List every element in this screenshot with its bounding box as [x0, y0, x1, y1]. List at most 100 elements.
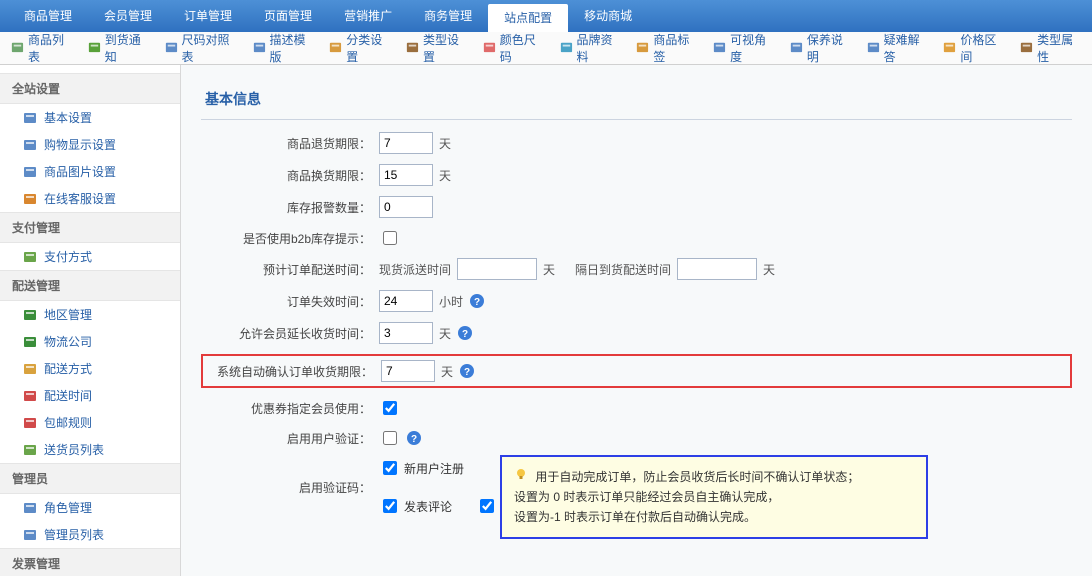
captcha-opt-label: 发表评论 [404, 498, 452, 515]
nav-tab-4[interactable]: 营销推广 [328, 0, 408, 32]
sidebar-group-3[interactable]: 管理员 [0, 463, 180, 494]
sidebar-group-2[interactable]: 配送管理 [0, 270, 180, 301]
toolbar-item-truck[interactable]: 到货通知 [81, 35, 156, 61]
sidebar-item-0-2[interactable]: 商品图片设置 [0, 158, 180, 185]
sidebar-item-2-0[interactable]: 地区管理 [0, 301, 180, 328]
sidebar-group-4[interactable]: 发票管理 [0, 548, 180, 576]
row-user-verify: 启用用户验证： ? [201, 428, 1072, 448]
sidebar-item-label: 送货员列表 [44, 441, 104, 458]
box-icon [22, 361, 38, 377]
page-icon [22, 110, 38, 126]
grid-icon [482, 40, 497, 56]
sidebar-item-1-0[interactable]: 支付方式 [0, 243, 180, 270]
unit-instock: 天 [543, 261, 555, 278]
user-icon [22, 191, 38, 207]
help-icon[interactable]: ? [406, 430, 422, 446]
toolbar-item-grid[interactable]: 颜色尺码 [476, 35, 551, 61]
doc-icon [252, 40, 267, 56]
input-extend-receive[interactable] [379, 322, 433, 344]
toolbar-item-eye[interactable]: 可视角度 [706, 35, 781, 61]
bulb-icon [514, 467, 528, 487]
nav-tab-6[interactable]: 站点配置 [488, 4, 568, 32]
svg-text:?: ? [474, 297, 480, 308]
toolbar-item-qa[interactable]: 疑难解答 [860, 35, 935, 61]
nav-tab-7[interactable]: 移动商城 [568, 0, 648, 32]
sidebar-item-2-3[interactable]: 配送时间 [0, 382, 180, 409]
checkbox-coupon-member[interactable] [383, 401, 397, 415]
toolbar-item-tag[interactable]: 分类设置 [322, 35, 397, 61]
img-icon [22, 164, 38, 180]
row-extend-receive: 允许会员延长收货时间： 天 ? [201, 322, 1072, 344]
row-b2b-stock: 是否使用b2b库存提示： [201, 228, 1072, 248]
toolbar-item-price[interactable]: 价格区间 [936, 35, 1011, 61]
cart-icon [22, 137, 38, 153]
toolbar-item-list[interactable]: 商品列表 [4, 35, 79, 61]
sidebar-group-1[interactable]: 支付管理 [0, 212, 180, 243]
checkbox-captcha-0[interactable] [383, 461, 397, 475]
sidebar-item-label: 在线客服设置 [44, 190, 116, 207]
unit-auto-confirm: 天 [441, 363, 453, 380]
toolbar-item-doc[interactable]: 描述模版 [246, 35, 321, 61]
nav-tab-3[interactable]: 页面管理 [248, 0, 328, 32]
input-stock-alert[interactable] [379, 196, 433, 218]
prefix-nextday: 隔日到货配送时间 [575, 261, 671, 278]
help-icon[interactable]: ? [459, 363, 475, 379]
svg-text:?: ? [411, 434, 417, 445]
label-coupon-member: 优惠券指定会员使用： [201, 400, 379, 417]
sidebar-item-0-3[interactable]: 在线客服设置 [0, 185, 180, 212]
input-auto-confirm[interactable] [381, 360, 435, 382]
input-return-period[interactable] [379, 132, 433, 154]
toolbar-label: 分类设置 [346, 31, 391, 65]
captcha-option-0: 新用户注册 [379, 458, 464, 478]
unit-extend-receive: 天 [439, 325, 451, 342]
toolbar-label: 类型属性 [1037, 31, 1082, 65]
unit-order-expire: 小时 [439, 293, 463, 310]
toolbar-label: 类型设置 [423, 31, 468, 65]
toolbar-item-brand[interactable]: 品牌资料 [553, 35, 628, 61]
nav-tab-5[interactable]: 商务管理 [408, 0, 488, 32]
nav-tab-2[interactable]: 订单管理 [168, 0, 248, 32]
label-return-period: 商品退货期限： [201, 135, 379, 152]
help-icon[interactable]: ? [457, 325, 473, 341]
sidebar-item-3-0[interactable]: 角色管理 [0, 494, 180, 521]
captcha-opt-label: 新用户注册 [404, 460, 464, 477]
checkbox-captcha-1[interactable] [383, 499, 397, 513]
qa-icon [866, 40, 881, 56]
input-nextday-days[interactable] [677, 258, 757, 280]
input-order-expire[interactable] [379, 290, 433, 312]
sidebar-item-2-1[interactable]: 物流公司 [0, 328, 180, 355]
sidebar-group-0[interactable]: 全站设置 [0, 73, 180, 104]
help-icon[interactable]: ? [469, 293, 485, 309]
label-enable-captcha: 启用验证码： [201, 479, 379, 496]
toolbar-item-ruler[interactable]: 尺码对照表 [158, 35, 244, 61]
nav-tab-1[interactable]: 会员管理 [88, 0, 168, 32]
toolbar-item-label[interactable]: 商品标签 [629, 35, 704, 61]
row-auto-confirm-highlighted: 系统自动确认订单收货期限： 天 ? [201, 354, 1072, 388]
eye-icon [712, 40, 727, 56]
toolbar-item-boxes[interactable]: 类型设置 [399, 35, 474, 61]
sidebar-item-2-5[interactable]: 送货员列表 [0, 436, 180, 463]
toolbar-label: 到货通知 [105, 31, 150, 65]
ruler-icon [164, 40, 179, 56]
sidebar-item-label: 配送时间 [44, 387, 92, 404]
toolbar-label: 疑难解答 [884, 31, 929, 65]
sidebar-item-0-1[interactable]: 购物显示设置 [0, 131, 180, 158]
prefix-instock: 现货派送时间 [379, 261, 451, 278]
checkbox-b2b-stock[interactable] [383, 231, 397, 245]
input-exchange-period[interactable] [379, 164, 433, 186]
input-instock-days[interactable] [457, 258, 537, 280]
toolbar-item-attr[interactable]: 类型属性 [1013, 35, 1088, 61]
toolbar-label: 可视角度 [730, 31, 775, 65]
checkbox-user-verify[interactable] [383, 431, 397, 445]
unit-nextday: 天 [763, 261, 775, 278]
sidebar-item-2-4[interactable]: 包邮规则 [0, 409, 180, 436]
sidebar-item-2-2[interactable]: 配送方式 [0, 355, 180, 382]
sidebar-item-0-0[interactable]: 基本设置 [0, 104, 180, 131]
sidebar-item-3-1[interactable]: 管理员列表 [0, 521, 180, 548]
checkbox-captcha-2[interactable] [480, 499, 494, 513]
tag-icon [328, 40, 343, 56]
toolbar-item-care[interactable]: 保养说明 [783, 35, 858, 61]
globe-icon [22, 307, 38, 323]
brand-icon [559, 40, 574, 56]
nav-tab-0[interactable]: 商品管理 [8, 0, 88, 32]
